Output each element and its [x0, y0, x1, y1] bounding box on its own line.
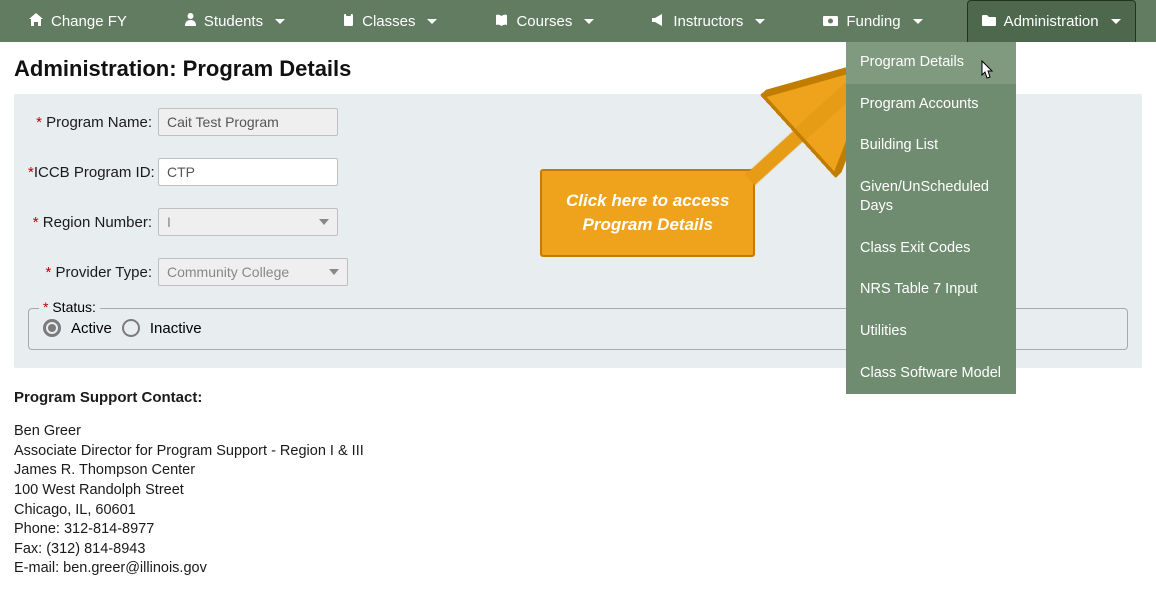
folder-icon [982, 14, 996, 29]
status-inactive-label: Inactive [150, 320, 202, 337]
contact-line: Chicago, IL, 60601 [14, 501, 1142, 521]
callout-line1: Click here to access [566, 189, 729, 213]
chevron-down-icon [913, 19, 923, 24]
administration-dropdown: Program Details Program Accounts Buildin… [846, 42, 1016, 394]
dropdown-item-utilities[interactable]: Utilities [846, 311, 1016, 353]
contact-line: E-mail: ben.greer@illinois.gov [14, 559, 1142, 579]
program-name-input[interactable] [158, 108, 338, 136]
nav-students[interactable]: Students [171, 0, 299, 42]
program-name-label: * Program Name: [28, 114, 158, 131]
dropdown-item-given-unscheduled-days[interactable]: Given/UnScheduled Days [846, 167, 1016, 228]
nav-funding[interactable]: Funding [809, 0, 936, 42]
nav-label: Change FY [51, 13, 127, 30]
callout-line2: Program Details [566, 213, 729, 237]
book-icon [495, 14, 508, 29]
person-icon [185, 13, 196, 29]
nav-label: Administration [1004, 13, 1099, 30]
iccb-label: *ICCB Program ID: [28, 164, 158, 181]
status-active-label: Active [71, 320, 112, 337]
chevron-down-icon [1111, 19, 1121, 24]
clipboard-icon [343, 13, 354, 29]
region-value: I [167, 214, 171, 230]
region-label: * Region Number: [28, 214, 158, 231]
provider-label: * Provider Type: [28, 264, 158, 281]
chevron-down-icon [319, 219, 329, 225]
dropdown-item-program-details[interactable]: Program Details [846, 42, 1016, 84]
nav-label: Courses [516, 13, 572, 30]
provider-value: Community College [167, 264, 289, 280]
iccb-input[interactable] [158, 158, 338, 186]
dropdown-item-nrs-table-7-input[interactable]: NRS Table 7 Input [846, 269, 1016, 311]
status-inactive-radio[interactable] [122, 319, 140, 337]
nav-label: Instructors [673, 13, 743, 30]
nav-instructors[interactable]: Instructors [638, 0, 779, 42]
contact-line: Phone: 312-814-8977 [14, 520, 1142, 540]
megaphone-icon [652, 14, 665, 29]
contact-line: Fax: (312) 814-8943 [14, 540, 1142, 560]
callout-box: Click here to access Program Details [540, 169, 755, 257]
dropdown-item-program-accounts[interactable]: Program Accounts [846, 84, 1016, 126]
nav-label: Students [204, 13, 263, 30]
status-active-radio[interactable] [43, 319, 61, 337]
chevron-down-icon [755, 19, 765, 24]
nav-courses[interactable]: Courses [481, 0, 608, 42]
dropdown-item-class-software-model[interactable]: Class Software Model [846, 353, 1016, 395]
chevron-down-icon [427, 19, 437, 24]
dropdown-item-class-exit-codes[interactable]: Class Exit Codes [846, 228, 1016, 270]
chevron-down-icon [329, 269, 339, 275]
nav-label: Funding [846, 13, 900, 30]
chevron-down-icon [584, 19, 594, 24]
nav-change-fy[interactable]: Change FY [15, 0, 141, 42]
nav-label: Classes [362, 13, 415, 30]
contact-section: Program Support Contact: Ben Greer Assoc… [0, 368, 1156, 599]
dropdown-item-building-list[interactable]: Building List [846, 125, 1016, 167]
main-navbar: Change FY Students Classes Courses Instr… [0, 0, 1156, 42]
nav-classes[interactable]: Classes [329, 0, 451, 42]
home-icon [29, 13, 43, 29]
money-icon [823, 14, 838, 29]
status-legend: * Status: [39, 299, 100, 315]
contact-line: 100 West Randolph Street [14, 481, 1142, 501]
chevron-down-icon [275, 19, 285, 24]
provider-select[interactable]: Community College [158, 258, 348, 286]
contact-line: James R. Thompson Center [14, 461, 1142, 481]
contact-line: Associate Director for Program Support -… [14, 442, 1142, 462]
contact-line: Ben Greer [14, 422, 1142, 442]
region-select[interactable]: I [158, 208, 338, 236]
nav-administration[interactable]: Administration [967, 0, 1136, 42]
